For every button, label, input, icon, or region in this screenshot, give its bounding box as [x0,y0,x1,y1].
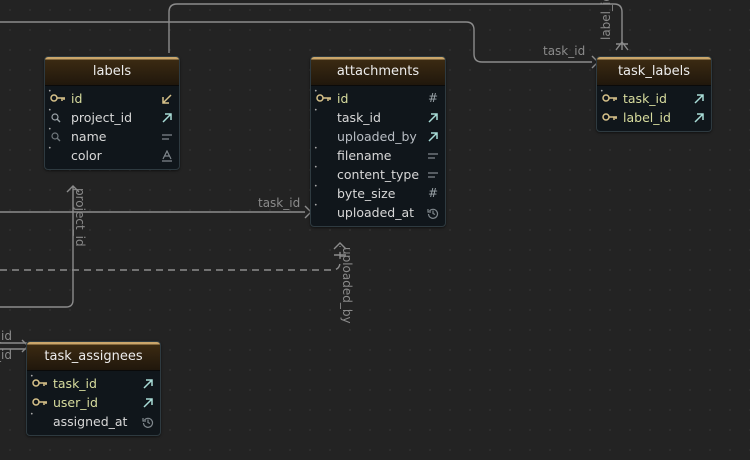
column-row[interactable]: uploaded_by [311,127,445,146]
edge-label-uploaded-by: uploaded_by [340,247,354,324]
table-task-assignees[interactable]: task_assignees • task_id user_id • assig… [26,341,161,436]
key-icon [32,393,50,412]
column-name: id [71,91,83,106]
column-row[interactable]: • name [45,127,179,146]
column-row[interactable]: • color [45,146,179,165]
column-row[interactable]: • task_id [597,89,711,108]
column-row[interactable]: • uploaded_at [311,203,445,222]
not-null-dot: • [314,145,318,152]
hash-icon: # [427,186,439,200]
arrow-up-right-icon [425,127,441,146]
column-row[interactable]: • project_id [45,108,179,127]
index-search-icon [50,127,68,146]
column-name: name [71,129,107,144]
column-row[interactable]: • id [45,89,179,108]
column-name: content_type [337,167,420,182]
key-icon [316,89,334,108]
column-name: filename [337,148,392,163]
column-name: task_id [53,376,97,391]
key-icon [50,89,68,108]
table-attachments[interactable]: attachments • id # • task_id uploaded_by… [310,56,446,227]
column-row[interactable]: label_id [597,108,711,127]
column-row[interactable]: • filename [311,146,445,165]
key-icon [602,108,620,127]
edge-label-task-id-middle: task_id [258,196,300,210]
column-row[interactable]: • byte_size # [311,184,445,203]
index-search-icon [50,108,68,127]
column-name: label_id [623,110,671,125]
history-icon [140,412,156,431]
arrow-up-right-icon [159,108,175,127]
key-icon [602,89,620,108]
arrow-up-right-icon [691,108,707,127]
not-null-dot: • [314,183,318,190]
table-header[interactable]: labels [45,57,179,86]
arrow-up-right-icon [140,374,156,393]
column-name: project_id [71,110,133,125]
letter-a-icon [159,146,175,165]
column-name: assigned_at [53,414,128,429]
column-row[interactable]: • assigned_at [27,412,160,431]
table-header[interactable]: task_labels [597,57,711,86]
not-null-dot: • [48,145,52,152]
edge-label-label-id: label_id [599,0,613,40]
text-lines-icon [159,127,175,146]
not-null-dot: • [314,164,318,171]
edge-label-project-id: project_id [73,188,87,247]
column-name: uploaded_at [337,205,415,220]
column-name: task_id [623,91,667,106]
column-row[interactable]: user_id [27,393,160,412]
table-header[interactable]: attachments [311,57,445,86]
edge-label-left-id-1: _id [0,329,12,343]
table-task-labels[interactable]: task_labels • task_id label_id [596,56,712,132]
table-labels[interactable]: labels • id • project_id • name • color [44,56,180,170]
not-null-dot: • [30,411,34,418]
key-icon [32,374,50,393]
text-lines-icon [425,146,441,165]
column-name: byte_size [337,186,396,201]
edge-labels-project-id [0,186,74,308]
not-null-dot: • [314,107,318,114]
edge-label-left-id-2: _id [0,348,12,362]
text-lines-icon [425,165,441,184]
arrow-up-right-icon [425,108,441,127]
arrow-up-right-icon [691,89,707,108]
edge-label-task-id-top: task_id [543,44,585,58]
arrow-down-left-icon [159,89,175,108]
column-row[interactable]: • task_id [311,108,445,127]
table-header[interactable]: task_assignees [27,342,160,371]
column-name: color [71,148,102,163]
column-name: id [337,91,349,106]
arrow-up-right-icon [140,393,156,412]
column-row[interactable]: • task_id [27,374,160,393]
column-row[interactable]: • id # [311,89,445,108]
column-name: user_id [53,395,98,410]
edge-attachments-uploaded-by [0,246,341,271]
column-name: uploaded_by [337,129,417,144]
not-null-dot: • [314,202,318,209]
hash-icon: # [427,91,439,105]
history-icon [425,203,441,222]
column-name: task_id [337,110,381,125]
column-row[interactable]: • content_type [311,165,445,184]
